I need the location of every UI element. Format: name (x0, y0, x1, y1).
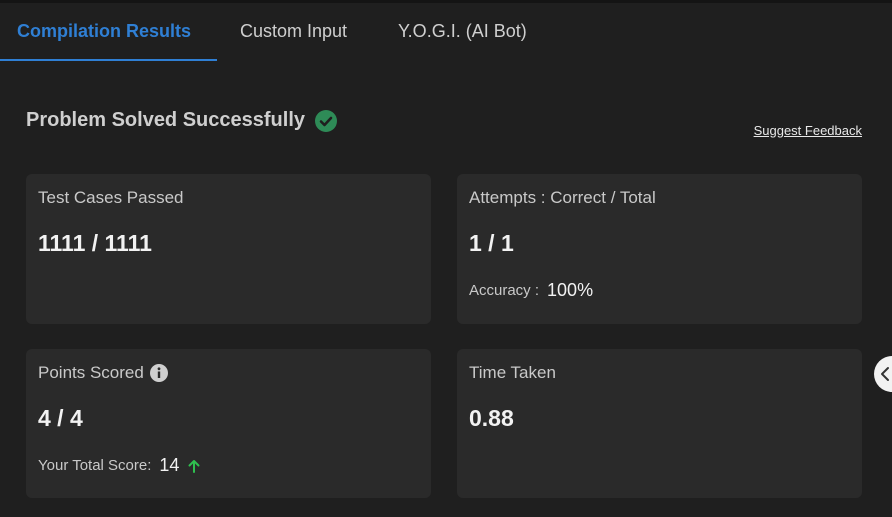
check-circle-icon (315, 109, 337, 132)
total-score-value: 14 (159, 455, 180, 475)
time-value: 0.88 (469, 405, 514, 431)
active-tab-indicator (0, 59, 217, 61)
arrow-up-icon (188, 459, 200, 473)
attempts-value: 1 / 1 (469, 230, 514, 256)
info-icon[interactable] (149, 364, 168, 382)
total-score-row: Your Total Score: 14 (38, 455, 201, 476)
status-heading: Problem Solved Successfully (26, 109, 337, 132)
panel-toggle-handle[interactable] (874, 356, 892, 392)
tab-compilation-results[interactable]: Compilation Results (17, 3, 191, 60)
tab-custom-input[interactable]: Custom Input (240, 3, 347, 60)
total-score-label: Your Total Score: (38, 457, 152, 474)
test-cases-value: 1111 / 1111 (38, 230, 152, 256)
points-value: 4 / 4 (38, 405, 83, 431)
status-title-text: Problem Solved Successfully (26, 109, 305, 131)
chevron-left-icon (881, 367, 889, 381)
attempts-card: Attempts : Correct / Total 1 / 1 Accurac… (457, 174, 862, 324)
suggest-feedback-link[interactable]: Suggest Feedback (754, 123, 862, 138)
test-cases-label: Test Cases Passed (38, 188, 184, 207)
points-card: Points Scored 4 / 4 Your Total Score: 14 (26, 349, 431, 498)
time-card: Time Taken 0.88 (457, 349, 862, 498)
points-label: Points Scored (38, 363, 144, 382)
test-cases-card: Test Cases Passed 1111 / 1111 (26, 174, 431, 324)
tab-yogi-ai-bot[interactable]: Y.O.G.I. (AI Bot) (398, 3, 527, 60)
points-label-row: Points Scored (38, 363, 168, 383)
time-label: Time Taken (469, 363, 556, 382)
accuracy-value: 100% (547, 280, 594, 300)
attempts-label: Attempts : Correct / Total (469, 188, 656, 207)
accuracy-row: Accuracy : 100% (469, 280, 593, 301)
result-tabs: Compilation Results Custom Input Y.O.G.I… (0, 3, 892, 61)
accuracy-label: Accuracy : (469, 282, 540, 299)
